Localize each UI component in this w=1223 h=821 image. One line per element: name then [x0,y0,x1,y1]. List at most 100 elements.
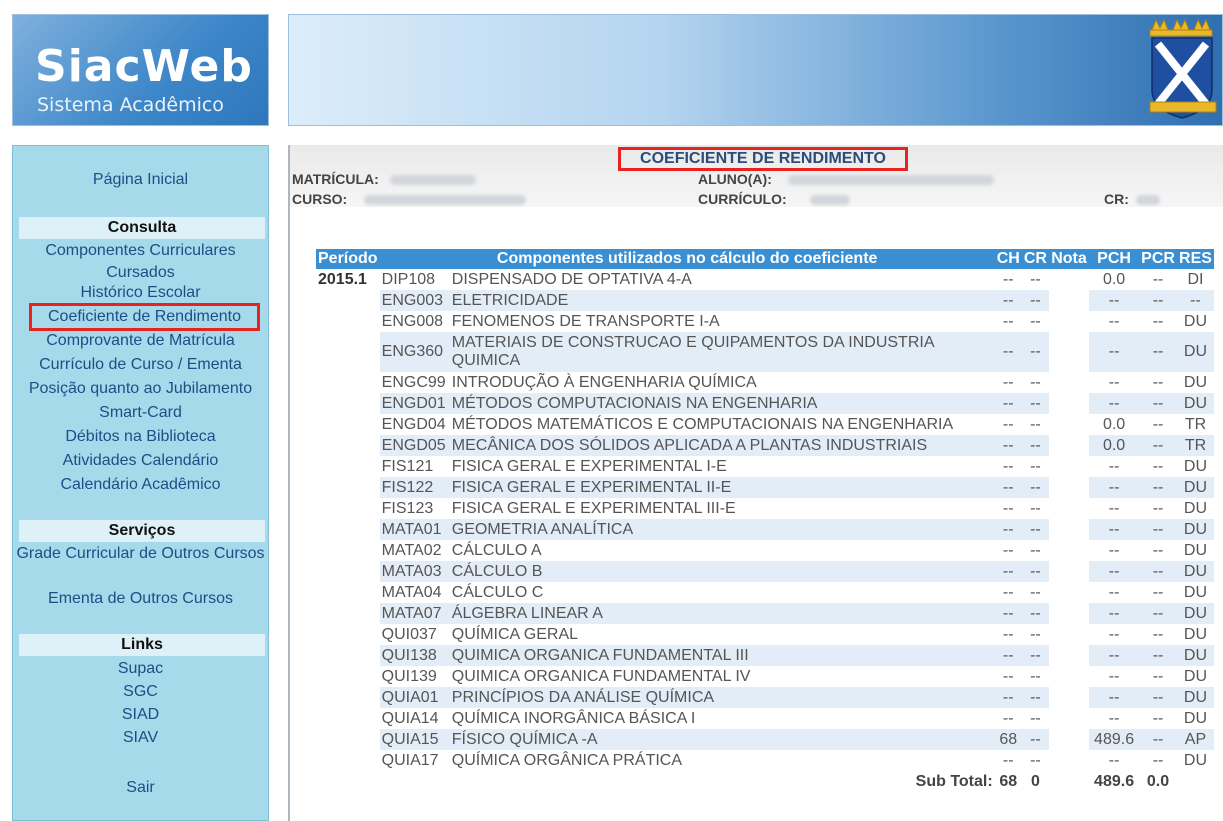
row-name: QUÍMICA ORGÂNICA PRÁTICA [451,751,683,769]
row-name: PRINCÍPIOS DA ANÁLISE QUÍMICA [449,687,995,708]
row-periodo [316,666,380,687]
row-pcr: -- [1152,583,1164,601]
sidebar-item-comprovante-matricula[interactable]: Comprovante de Matrícula [13,329,268,353]
sidebar-item-jubilamento[interactable]: Posição quanto ao Jubilamento [13,377,268,401]
sidebar-item-calendario-academico[interactable]: Calendário Acadêmico [13,473,268,497]
row-pch: -- [1089,561,1140,582]
row-res: TR [1184,415,1207,433]
row-periodo [316,624,380,645]
row-cr: -- [1030,373,1041,391]
subtotal-ch: 68 [999,772,1018,790]
row-res: DU [1183,667,1208,685]
table-row: FIS122 FISICA GERAL E EXPERIMENTAL II-E --… [316,477,1214,498]
row-ch: -- [1002,625,1014,643]
table-row: ENG003 ELETRICIDADE -- -- -- -- -- [316,290,1214,311]
row-code: ENG003 [379,290,450,311]
row-nota [1049,290,1089,311]
row-name: CÁLCULO C [451,583,544,601]
sidebar-item-coeficiente-rendimento[interactable]: Coeficiente de Rendimento [29,303,260,331]
row-ch: -- [994,687,1022,708]
row-nota [1049,519,1089,540]
sidebar-item-smart-card[interactable]: Smart-Card [13,401,268,425]
row-cr: -- [1021,435,1049,456]
row-cr: -- [1021,729,1049,750]
table-row: QUIA14 QUÍMICA INORGÂNICA BÁSICA I -- -- -- -… [316,708,1214,729]
row-ch: -- [1002,751,1014,769]
sidebar-item-debitos-biblioteca[interactable]: Débitos na Biblioteca [13,425,268,449]
sidebar-item-sair[interactable]: Sair [13,776,268,800]
sidebar-item-ementa-outros-cursos[interactable]: Ementa de Outros Cursos [13,587,268,611]
row-periodo [316,435,380,456]
row-nota [1049,269,1089,290]
curriculo-value-redacted [810,195,850,205]
row-cr: -- [1030,415,1041,433]
row-nota [1049,687,1089,708]
row-name: MÉTODOS COMPUTACIONAIS NA ENGENHARIA [449,393,995,414]
sidebar-item-siav[interactable]: SIAV [13,726,268,750]
row-cr: -- [1030,709,1041,727]
sidebar-item-supac[interactable]: Supac [13,657,268,681]
table-row: ENGD04 MÉTODOS MATEMÁTICOS E COMPUTACIONA… [316,414,1214,435]
row-cr: -- [1030,457,1041,475]
row-cr: -- [1030,312,1041,330]
row-ch: -- [1002,373,1014,391]
row-code: QUI138 [379,645,450,666]
row-name: FISICA GERAL E EXPERIMENTAL I-E [451,457,727,475]
row-code: QUIA15 [379,729,450,750]
row-pcr: -- [1152,457,1164,475]
row-pcr: -- [1152,312,1164,330]
table-row: ENGD01 MÉTODOS COMPUTACIONAIS NA ENGENHAR… [316,393,1214,414]
row-pcr: -- [1152,667,1164,685]
row-cr: -- [1021,332,1049,372]
sidebar-item-grade-curricular[interactable]: Grade Curricular de Outros Cursos [13,543,268,565]
row-periodo [316,687,380,708]
sidebar-item-historico-escolar[interactable]: Histórico Escolar [13,281,268,305]
row-nota [1049,311,1089,332]
sidebar-heading-links: Links [19,634,265,656]
row-pch: -- [1108,751,1120,769]
table-row: FIS123 FISICA GERAL E EXPERIMENTAL III-E -… [316,498,1214,519]
row-cr: -- [1021,393,1049,414]
row-res: DU [1183,583,1208,601]
row-nota [1049,561,1089,582]
row-res: DU [1183,751,1208,769]
row-cr: -- [1021,519,1049,540]
sidebar-item-componentes-curriculares[interactable]: Componentes Curriculares Cursados [13,240,268,284]
row-cr: -- [1030,625,1041,643]
row-name: CÁLCULO B [449,561,995,582]
row-ch: -- [994,290,1022,311]
aluno-value-redacted [788,175,994,185]
row-name: FENOMENOS DE TRANSPORTE I-A [451,312,720,330]
matricula-label: MATRÍCULA: [292,171,379,187]
table-header-row: Período Componentes utilizados no cálcul… [316,249,1214,269]
row-name: CÁLCULO A [451,541,542,559]
row-pch: -- [1089,332,1140,372]
row-ch: -- [1002,541,1014,559]
row-pcr: -- [1152,625,1164,643]
row-periodo [316,540,380,561]
subtotal-pch: 489.6 [1094,772,1135,790]
sidebar-item-siad[interactable]: SIAD [13,703,268,727]
row-pcr: -- [1152,270,1164,288]
row-nota [1049,435,1089,456]
sidebar-item-sgc[interactable]: SGC [13,680,268,704]
sidebar-item-pagina-inicial[interactable]: Página Inicial [13,168,268,192]
row-name: DISPENSADO DE OPTATIVA 4-A [451,270,692,288]
col-pch: PCH [1089,249,1140,269]
row-res: DU [1176,332,1214,372]
row-pcr: -- [1139,729,1177,750]
row-pcr: -- [1152,541,1164,559]
sidebar-item-atividades-calendario[interactable]: Atividades Calendário [13,449,268,473]
row-code: ENGD01 [379,393,450,414]
row-ch: -- [994,477,1022,498]
col-pcr: PCR [1139,249,1177,269]
row-pch: -- [1089,603,1140,624]
table-row: ENG360 MATERIAIS DE CONSTRUCAO E QUIPAMEN… [316,332,1214,372]
sidebar-item-curriculo-curso[interactable]: Currículo de Curso / Ementa [13,353,268,377]
table-row: QUI139 QUIMICA ORGANICA FUNDAMENTAL IV -- -… [316,666,1214,687]
col-periodo: Período [316,249,380,269]
row-periodo [316,603,380,624]
row-cr: -- [1021,603,1049,624]
row-res: AP [1176,729,1214,750]
row-periodo [316,645,380,666]
